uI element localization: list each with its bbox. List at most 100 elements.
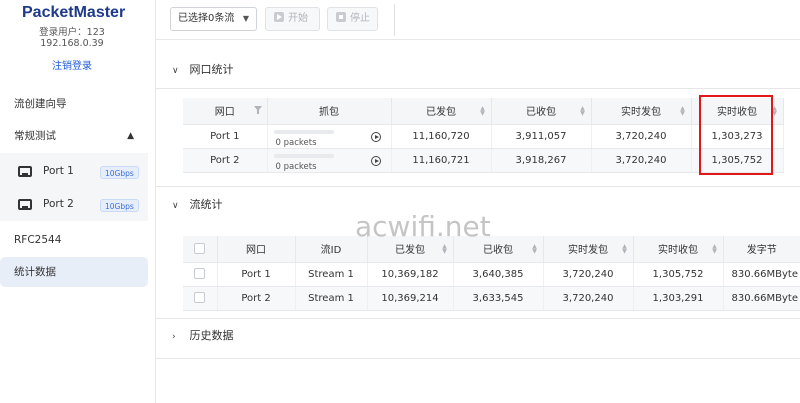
sort-icon[interactable]: ▲ ▼ (532, 244, 538, 255)
col-header-capture: 抓包 (267, 98, 392, 125)
col-header-sent[interactable]: 已发包 ▲ ▼ (391, 98, 492, 125)
stream-select-dropdown[interactable]: 已选择0条流 ▼ (170, 7, 257, 31)
table-row: Port 2 Stream 1 10,369,214 3,633,545 3,7… (183, 286, 800, 311)
cell-stream-id: Stream 1 (295, 286, 368, 311)
divider (156, 88, 800, 89)
col-header-port[interactable]: 网口 (183, 98, 268, 125)
chevron-right-icon: › (172, 332, 176, 342)
ethernet-port-icon (18, 199, 32, 210)
chevron-down-icon: ∨ (172, 201, 179, 211)
table-row: Port 1 Stream 1 10,369,182 3,640,385 3,7… (183, 262, 800, 287)
capture-progress-bar (273, 153, 334, 158)
divider (156, 318, 800, 319)
sort-icon[interactable]: ▲ ▼ (480, 106, 486, 117)
port-stats-table: 网口 抓包 已发包 ▲ ▼ 已收包 ▲ ▼ 实时发包 ▲ ▼ 实时收包 ▲ ▼ Port 1 0… (183, 98, 784, 173)
sidebar-item-flow-wizard[interactable]: 流创建向导 (0, 89, 148, 119)
cell-recv: 3,911,057 (491, 124, 592, 149)
play-circle-icon[interactable] (370, 155, 381, 166)
cell-recv: 3,633,545 (453, 286, 544, 311)
col-header-rt-recv[interactable]: 实时收包 ▲ ▼ (633, 236, 724, 263)
cell-port: Port 2 (217, 286, 296, 311)
cell-select[interactable] (183, 286, 218, 311)
sidebar-item-label: 常规测试 (14, 130, 56, 142)
app-brand: PacketMaster (22, 4, 126, 21)
row-checkbox[interactable] (194, 292, 206, 304)
sidebar-item-statistics[interactable]: 统计数据 (0, 257, 148, 287)
start-label: 开始 (288, 13, 308, 24)
cell-port: Port 2 (183, 148, 268, 173)
port-stats-section-header[interactable]: ∨ 网口统计 (172, 59, 234, 81)
flow-stats-table: 网口 流ID 已发包 ▲ ▼ 已收包 ▲ ▼ 实时发包 ▲ ▼ 实时收包 ▲ ▼ 发字节 Por… (183, 236, 800, 311)
sort-icon[interactable]: ▲ ▼ (622, 244, 628, 255)
chevron-down-icon: ▼ (242, 14, 249, 23)
sidebar-item-rfc2544[interactable]: RFC2544 (0, 225, 148, 255)
login-user-text: 登录用户：123 (39, 27, 105, 38)
cell-rt-recv: 1,303,291 (633, 286, 724, 311)
cell-recv: 3,918,267 (491, 148, 592, 173)
sort-icon[interactable]: ▲ ▼ (580, 106, 586, 117)
divider (156, 186, 800, 187)
chevron-down-icon: ∨ (172, 66, 179, 76)
section-title: 流统计 (189, 198, 223, 211)
sidebar-item-port-2[interactable]: Port 2 10Gbps (0, 188, 148, 222)
col-header-port: 网口 (217, 236, 296, 263)
sort-icon[interactable]: ▲ ▼ (442, 244, 448, 255)
table-row: Port 1 0 packets 11,160,720 3,911,057 3,… (183, 124, 784, 149)
start-button[interactable]: 开始 (265, 7, 320, 31)
speed-badge: 10Gbps (100, 166, 139, 179)
cell-rt-sent: 3,720,240 (543, 286, 634, 311)
capture-count: 0 packets (275, 137, 317, 148)
capture-count: 0 packets (275, 161, 317, 172)
row-checkbox[interactable] (194, 268, 206, 280)
red-highlight-box (699, 95, 773, 175)
toolbar-divider (394, 4, 395, 36)
section-title: 历史数据 (189, 329, 234, 342)
login-ip-text: 192.168.0.39 (40, 38, 104, 49)
cell-sent: 11,160,720 (391, 124, 492, 149)
cell-capture: 0 packets (267, 148, 392, 173)
sort-icon[interactable]: ▲ ▼ (712, 244, 718, 255)
cell-bytes: 830.66MByte (723, 286, 800, 311)
play-circle-icon[interactable] (370, 131, 381, 142)
col-header-select[interactable] (183, 236, 218, 263)
port-submenu: Port 1 10Gbps Port 2 10Gbps (0, 153, 148, 221)
toolbar: 已选择0条流 ▼ 开始 停止 (156, 0, 800, 40)
col-header-rt-sent[interactable]: 实时发包 ▲ ▼ (543, 236, 634, 263)
sidebar-item-port-1[interactable]: Port 1 10Gbps (0, 155, 148, 189)
select-all-checkbox[interactable] (194, 243, 206, 254)
stop-label: 停止 (350, 13, 370, 24)
cell-stream-id: Stream 1 (295, 262, 368, 287)
port-label: Port 2 (43, 198, 74, 210)
cell-bytes: 830.66MByte (723, 262, 800, 287)
history-section-header[interactable]: › 历史数据 (172, 325, 234, 347)
cell-capture: 0 packets (267, 124, 392, 149)
stop-icon (336, 12, 346, 22)
cell-port: Port 1 (183, 124, 268, 149)
watermark: acwifi.net (355, 210, 491, 243)
cell-select[interactable] (183, 262, 218, 287)
cell-sent: 10,369,214 (367, 286, 454, 311)
sidebar: PacketMaster 登录用户：123 192.168.0.39 注销登录 … (0, 0, 156, 403)
table-row: Port 2 0 packets 11,160,721 3,918,267 3,… (183, 148, 784, 173)
speed-badge: 10Gbps (100, 199, 139, 212)
filter-icon[interactable] (253, 106, 262, 115)
col-header-rt-sent[interactable]: 实时发包 ▲ ▼ (591, 98, 692, 125)
play-icon (274, 12, 284, 22)
flow-stats-section-header[interactable]: ∨ 流统计 (172, 194, 223, 216)
port-label: Port 1 (43, 165, 74, 177)
col-header-recv[interactable]: 已收包 ▲ ▼ (491, 98, 592, 125)
section-title: 网口统计 (189, 63, 234, 76)
cell-rt-sent: 3,720,240 (591, 148, 692, 173)
chevron-up-icon: ▲ (127, 131, 134, 141)
sort-icon[interactable]: ▲ ▼ (680, 106, 686, 117)
logout-link[interactable]: 注销登录 (0, 57, 144, 72)
cell-rt-sent: 3,720,240 (591, 124, 692, 149)
sidebar-item-regular-test[interactable]: 常规测试 ▲ (0, 121, 148, 151)
cell-rt-sent: 3,720,240 (543, 262, 634, 287)
ethernet-port-icon (18, 166, 32, 177)
cell-recv: 3,640,385 (453, 262, 544, 287)
cell-sent: 11,160,721 (391, 148, 492, 173)
cell-sent: 10,369,182 (367, 262, 454, 287)
stop-button[interactable]: 停止 (327, 7, 378, 31)
capture-progress-bar (273, 129, 334, 134)
